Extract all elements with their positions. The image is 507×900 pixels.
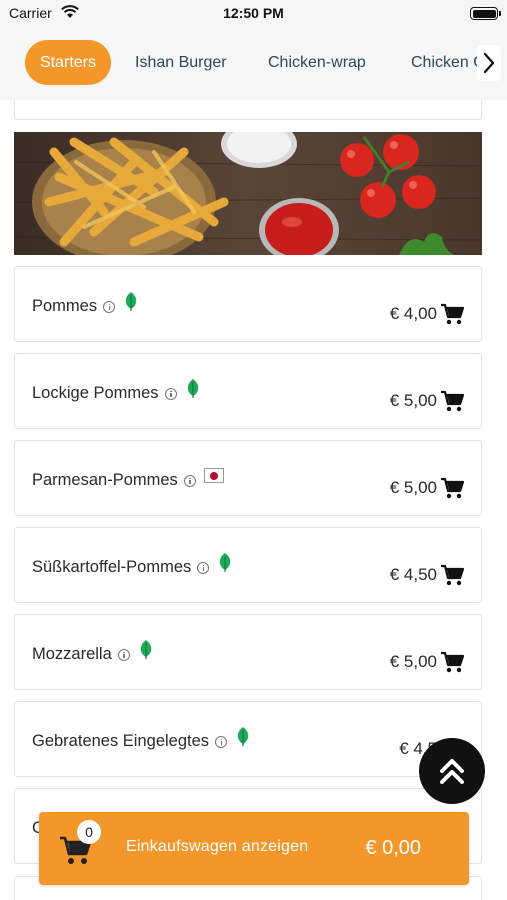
item-price: € 4,50: [389, 565, 437, 584]
view-cart-button[interactable]: 0 Einkaufswagen anzeigen € 0,00: [39, 812, 469, 885]
item-price: € 4,00: [389, 304, 437, 323]
leaf-icon: [237, 727, 249, 746]
menu-item[interactable]: Gebratenes Eingelegtes € 4,5: [14, 701, 482, 777]
info-icon[interactable]: [103, 300, 116, 313]
item-price: € 5,00: [389, 652, 437, 671]
item-name: Pommes: [32, 297, 98, 315]
add-to-cart-icon[interactable]: [440, 390, 464, 412]
tab-ishan-burger[interactable]: Ishan Burger: [135, 40, 227, 85]
leaf-icon: [220, 553, 231, 572]
item-name: Parmesan-Pommes: [32, 471, 178, 489]
leaf-icon: [140, 640, 152, 659]
info-icon[interactable]: [197, 561, 210, 574]
tab-starters[interactable]: Starters: [25, 40, 111, 85]
leaf-icon: [125, 292, 137, 311]
double-chevron-up-icon: [440, 759, 464, 784]
status-bar: Carrier 12:50 PM: [0, 0, 507, 26]
info-icon[interactable]: [117, 648, 130, 661]
item-name: Süßkartoffel-Pommes: [32, 558, 192, 576]
menu-item[interactable]: Süßkartoffel-Pommes € 4,50: [14, 527, 482, 603]
category-banner-image: [14, 132, 482, 255]
item-name: Gebratenes Eingelegtes: [32, 732, 210, 750]
next-tab-button[interactable]: [477, 45, 501, 81]
item-price: € 5,00: [389, 391, 437, 410]
add-to-cart-icon[interactable]: [440, 477, 464, 499]
item-price: € 5,00: [389, 478, 437, 497]
clock: 12:50 PM: [223, 5, 284, 21]
tab-chicken-g[interactable]: Chicken G: [411, 40, 486, 85]
info-icon[interactable]: [164, 387, 177, 400]
tab-chicken-wrap[interactable]: Chicken-wrap: [268, 40, 366, 85]
menu-item[interactable]: Pommes € 4,00: [14, 266, 482, 342]
menu-item[interactable]: Parmesan-Pommes € 5,00: [14, 440, 482, 516]
scroll-to-top-button[interactable]: [419, 738, 485, 804]
category-tabs: Starters Ishan Burger Chicken-wrap Chick…: [0, 26, 507, 100]
cart-count-badge: 0: [77, 820, 101, 844]
battery-icon: [470, 7, 501, 20]
view-cart-label: Einkaufswagen anzeigen: [126, 838, 309, 855]
item-name: Mozzarella: [32, 645, 112, 663]
item-name: Lockige Pommes: [32, 384, 159, 402]
info-icon[interactable]: [215, 735, 228, 748]
japan-flag-icon: [203, 468, 224, 483]
add-to-cart-icon[interactable]: [440, 303, 464, 325]
chevron-right-icon: [483, 52, 495, 74]
previous-card-edge: [14, 100, 482, 120]
add-to-cart-icon[interactable]: [440, 651, 464, 673]
menu-item[interactable]: Mozzarella € 5,00: [14, 614, 482, 690]
info-icon[interactable]: [183, 474, 196, 487]
add-to-cart-icon[interactable]: [440, 564, 464, 586]
cart-total: € 0,00: [365, 837, 421, 859]
menu-item[interactable]: Lockige Pommes € 5,00: [14, 353, 482, 429]
leaf-icon: [187, 379, 198, 398]
